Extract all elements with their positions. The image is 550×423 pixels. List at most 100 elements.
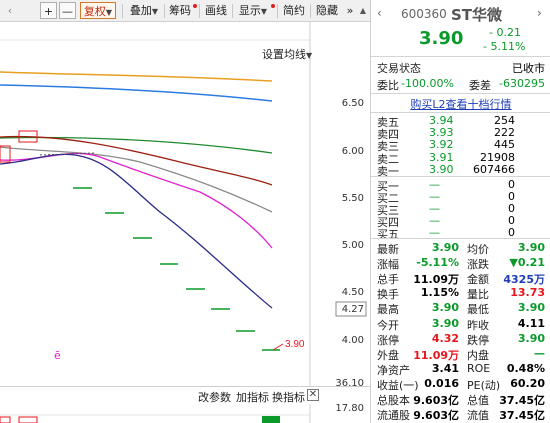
fuquan-button[interactable]: 复权▼ [80, 2, 116, 19]
ma-setting-button[interactable]: 设置均线▼ [262, 46, 312, 62]
weibi-row: 委比 -100.00% 委差 -630295 [371, 77, 550, 92]
trade-status-row: 交易状态 已收市 [371, 60, 550, 75]
price-change-pct: - 5.11% [483, 40, 526, 53]
y-tick: 4.50 [341, 287, 364, 298]
stat-label: 总值 [467, 394, 489, 407]
stat-value: 3.90 [431, 316, 459, 330]
scroll-left-icon[interactable]: ‹ [4, 2, 16, 19]
close-indicator-icon[interactable]: ✕ [307, 389, 319, 401]
stat-value: 37.45亿 [499, 394, 545, 407]
sub-y-tick: 36.10 [335, 378, 364, 389]
level-price: 3.92 [429, 138, 454, 152]
xianshi-label: 显示 [238, 4, 261, 17]
collapse-icon[interactable]: ▲ [358, 2, 368, 19]
stat-label: 均价 [467, 243, 489, 256]
stat-label: 最高 [377, 303, 399, 317]
ma-navy-line [0, 153, 273, 309]
stat-value: 11.09万 [413, 348, 459, 362]
stat-row: 外盘 11.09万 内盘 — [371, 347, 550, 362]
jianyue-button[interactable]: 简约 [281, 2, 307, 19]
trade-status-label: 交易状态 [377, 62, 421, 75]
stat-value: ▼0.21 [509, 256, 545, 270]
notification-dot [193, 4, 197, 8]
chevron-down-icon: ▼ [260, 7, 268, 16]
kline-chart[interactable]: 3.90 ē 设置均线▼ 6.50 6.00 5.50 5.00 4.50 4.… [0, 22, 370, 423]
stat-label: 总股本 [377, 394, 410, 407]
ma-orange-line [0, 71, 273, 82]
stat-row: 最新 3.90 均价 3.90 [371, 241, 550, 256]
level-price: 3.94 [429, 114, 454, 127]
zoom-in-button[interactable]: + [40, 2, 57, 19]
stat-row: 总股本 9.603亿 总值 37.45亿 [371, 392, 550, 407]
xianshi-button[interactable]: 显示▼ [235, 2, 271, 19]
huanzhibiao-button[interactable]: 换指标 [272, 389, 305, 405]
stat-label: 流通股 [377, 409, 410, 423]
stat-label: 总手 [377, 273, 399, 287]
chevron-down-icon: ▼ [105, 8, 113, 17]
huaxian-button[interactable]: 画线 [202, 2, 230, 19]
chart-toolbar: ‹ + — 复权▼ 叠加▼ 筹码 画线 显示▼ 简约 隐藏 » ▲ [0, 0, 370, 22]
stat-row: 今开 3.90 昨收 4.11 [371, 316, 550, 332]
stock-name: ST华微 [451, 6, 503, 24]
stat-label: 流值 [467, 409, 489, 423]
stat-label: 最低 [467, 303, 489, 317]
y-tick: 5.00 [341, 240, 364, 251]
weicha-label: 委差 [469, 79, 491, 92]
jiazhibiao-button[interactable]: 加指标 [236, 389, 269, 405]
zoom-out-button[interactable]: — [59, 2, 76, 19]
stat-row: 流通股 9.603亿 流值 37.45亿 [371, 407, 550, 423]
diejia-label: 叠加 [129, 4, 152, 17]
y-tick: 6.00 [341, 146, 364, 157]
left-nav-arrow-icon[interactable]: ‹ [377, 6, 382, 20]
level-price: 3.90 [429, 162, 454, 176]
notification-dot [271, 4, 275, 8]
diejia-button[interactable]: 叠加▼ [126, 2, 162, 19]
stat-row: 总手 11.09万 金额 4325万 [371, 271, 550, 287]
kline-svg: 3.90 ē [0, 22, 367, 423]
y-tick: 5.50 [341, 193, 364, 204]
stat-value: 3.90 [517, 331, 545, 345]
stat-label: 收益(一) [377, 378, 419, 392]
level-volume: 222 [494, 126, 515, 140]
stat-row: 换手 1.15% 量比 13.73 [371, 286, 550, 301]
stat-value: 9.603亿 [413, 394, 459, 407]
stat-value: 60.20 [510, 376, 545, 390]
volume-bar [262, 416, 280, 423]
chouma-button[interactable]: 筹码 [166, 2, 194, 19]
stat-label: 内盘 [467, 348, 489, 362]
chevron-down-icon: ▼ [151, 7, 159, 16]
right-nav-arrow-icon[interactable]: › [537, 6, 542, 20]
stat-value: 13.73 [510, 286, 545, 300]
stat-label: 涨停 [377, 333, 399, 347]
level-volume: 445 [494, 138, 515, 152]
stat-value: -5.11% [416, 256, 459, 270]
stat-value: 3.41 [431, 361, 459, 375]
stat-label: 金额 [467, 273, 489, 287]
event-marker[interactable]: ē [54, 349, 61, 362]
order-book-row[interactable]: 卖一 3.90 607466 [371, 162, 550, 178]
stat-value: 4.32 [431, 331, 459, 345]
yincang-button[interactable]: 隐藏 [313, 2, 341, 19]
stat-label: 涨幅 [377, 258, 399, 272]
stat-value: 3.90 [431, 301, 459, 315]
stat-value: 0.48% [506, 361, 545, 375]
stat-row: 净资产 3.41 ROE 0.48% [371, 361, 550, 377]
gaicanshu-button[interactable]: 改参数 [198, 389, 231, 405]
y-tick: 4.00 [341, 335, 364, 346]
stat-label: 最新 [377, 243, 399, 256]
fuquan-label: 复权 [83, 5, 106, 18]
ma-blue-line [0, 84, 273, 102]
level-price: 3.93 [429, 126, 454, 140]
ma-magenta-line [0, 152, 273, 249]
sub-y-tick: 17.80 [335, 403, 364, 414]
stock-code: 600360 [401, 7, 447, 21]
level-price: 3.91 [429, 150, 454, 164]
l2-upgrade-link[interactable]: 购买L2查看十档行情 [371, 96, 550, 111]
ma-setting-label: 设置均线 [262, 48, 306, 61]
expand-right-icon[interactable]: » [343, 2, 357, 19]
stat-row: 收益(一) 0.016 PE(动) 60.20 [371, 376, 550, 392]
weibi-label: 委比 [377, 79, 399, 92]
stat-value: 37.45亿 [499, 409, 545, 423]
weicha-value: -630295 [499, 77, 545, 90]
level-label: 买五 [377, 228, 399, 241]
